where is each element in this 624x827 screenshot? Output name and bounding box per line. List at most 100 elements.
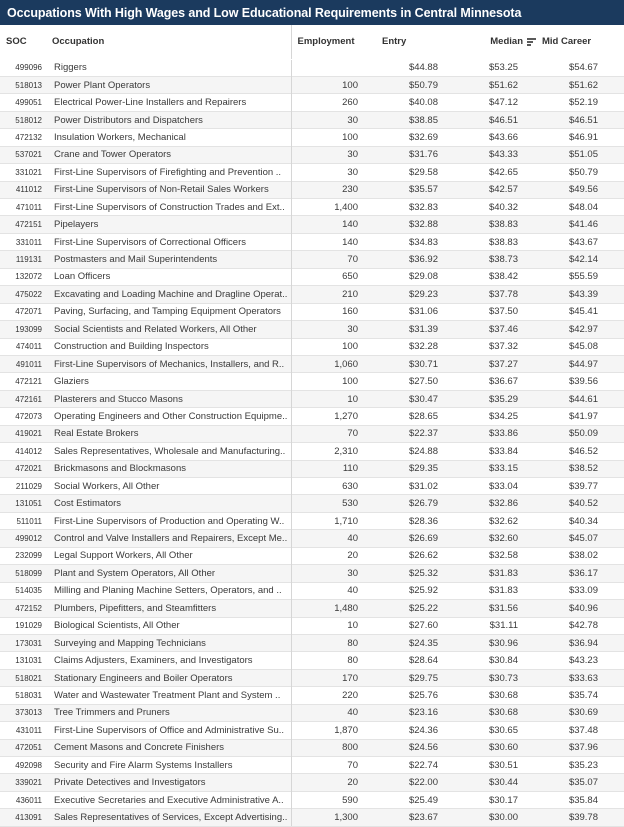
table-header: SOC Occupation Employment Entry Median M… bbox=[0, 25, 624, 60]
cell-soc: 492098 bbox=[0, 755, 46, 774]
cell-employment bbox=[290, 58, 376, 77]
sort-descending-icon[interactable] bbox=[527, 37, 536, 46]
cell-median: $37.78 bbox=[456, 285, 536, 304]
table-row[interactable]: 119131 Postmasters and Mail Superintenden… bbox=[0, 250, 624, 269]
table-row[interactable]: 499096 Riggers $44.88 $53.25 $54.67 bbox=[0, 58, 624, 77]
table-row[interactable]: 193099 Social Scientists and Related Work… bbox=[0, 320, 624, 338]
cell-spacer bbox=[616, 215, 624, 234]
cell-entry: $26.62 bbox=[376, 546, 456, 565]
table-row[interactable]: 491011 First-Line Supervisors of Mechanic… bbox=[0, 354, 624, 373]
cell-employment: 30 bbox=[290, 564, 376, 583]
cell-employment: 20 bbox=[290, 546, 376, 565]
cell-entry: $25.49 bbox=[376, 790, 456, 809]
cell-mid-career: $38.52 bbox=[536, 459, 616, 478]
table-row[interactable]: 475022 Excavating and Loading Machine and… bbox=[0, 285, 624, 304]
cell-mid-career: $51.62 bbox=[536, 75, 616, 94]
table-row[interactable]: 373013 Tree Trimmers and Pruners 40 $23.16 $… bbox=[0, 703, 624, 722]
cell-employment: 20 bbox=[290, 773, 376, 792]
table-row[interactable]: 472071 Paving, Surfacing, and Tamping Equ… bbox=[0, 302, 624, 321]
cell-spacer bbox=[616, 58, 624, 77]
table-row[interactable]: 537021 Crane and Tower Operators 30 $31.76 $… bbox=[0, 145, 624, 164]
cell-mid-career: $46.52 bbox=[536, 442, 616, 461]
column-header-soc[interactable]: SOC bbox=[0, 25, 46, 60]
table-row[interactable]: 472073 Operating Engineers and Other Cons… bbox=[0, 407, 624, 426]
column-header-occupation[interactable]: Occupation bbox=[46, 25, 291, 60]
table-row[interactable]: 514035 Milling and Planing Machine Setter… bbox=[0, 581, 624, 600]
cell-mid-career: $54.67 bbox=[536, 58, 616, 77]
column-header-mid-career[interactable]: Mid Career bbox=[536, 25, 616, 60]
cell-median: $31.83 bbox=[456, 564, 536, 583]
cell-entry: $32.28 bbox=[376, 337, 456, 356]
cell-employment: 100 bbox=[290, 75, 376, 94]
table-row[interactable]: 518099 Plant and System Operators, All Ot… bbox=[0, 564, 624, 583]
cell-mid-career: $35.84 bbox=[536, 790, 616, 809]
cell-employment: 140 bbox=[290, 232, 376, 251]
cell-occupation: Construction and Building Inspectors bbox=[46, 337, 291, 356]
column-header-entry[interactable]: Entry bbox=[376, 25, 456, 60]
cell-mid-career: $43.39 bbox=[536, 285, 616, 304]
cell-occupation: Legal Support Workers, All Other bbox=[46, 546, 291, 565]
column-header-median[interactable]: Median bbox=[456, 25, 536, 60]
table-row[interactable]: 472161 Plasterers and Stucco Masons 10 $30.… bbox=[0, 389, 624, 408]
table-row[interactable]: 511011 First-Line Supervisors of Producti… bbox=[0, 511, 624, 530]
cell-employment: 590 bbox=[290, 790, 376, 809]
cell-median: $30.68 bbox=[456, 686, 536, 705]
table-row[interactable]: 472132 Insulation Workers, Mechanical 100 $… bbox=[0, 128, 624, 147]
table-row[interactable]: 518012 Power Distributors and Dispatchers… bbox=[0, 110, 624, 129]
table-row[interactable]: 499051 Electrical Power-Line Installers a… bbox=[0, 93, 624, 112]
cell-employment: 80 bbox=[290, 651, 376, 670]
table-row[interactable]: 413091 Sales Representatives of Services,… bbox=[0, 808, 624, 827]
table-row[interactable]: 131031 Claims Adjusters, Examiners, and I… bbox=[0, 651, 624, 670]
table-row[interactable]: 132072 Loan Officers 650 $29.08 $38.42 $55.59 bbox=[0, 267, 624, 286]
cell-soc: 191029 bbox=[0, 616, 46, 635]
cell-occupation: Stationary Engineers and Boiler Operator… bbox=[46, 668, 291, 687]
cell-median: $30.68 bbox=[456, 703, 536, 722]
table-row[interactable]: 232099 Legal Support Workers, All Other 20… bbox=[0, 546, 624, 565]
cell-occupation: Plant and System Operators, All Other bbox=[46, 564, 291, 583]
cell-occupation: Executive Secretaries and Executive Admi… bbox=[46, 790, 291, 809]
cell-entry: $29.75 bbox=[376, 668, 456, 687]
table-row[interactable]: 211029 Social Workers, All Other 630 $31.02… bbox=[0, 476, 624, 495]
table-row[interactable]: 518013 Power Plant Operators 100 $50.79 $51.… bbox=[0, 75, 624, 94]
table-row[interactable]: 472051 Cement Masons and Concrete Finishe… bbox=[0, 738, 624, 757]
cell-spacer bbox=[616, 302, 624, 321]
table-row[interactable]: 331021 First-Line Supervisors of Firefigh… bbox=[0, 163, 624, 182]
cell-mid-career: $49.56 bbox=[536, 180, 616, 199]
cell-soc: 472121 bbox=[0, 372, 46, 391]
table-row[interactable]: 411012 First-Line Supervisors of Non-Reta… bbox=[0, 180, 624, 199]
table-row[interactable]: 191029 Biological Scientists, All Other 10… bbox=[0, 616, 624, 635]
table-row[interactable]: 472121 Glaziers 100 $27.50 $36.67 $39.56 bbox=[0, 372, 624, 391]
cell-median: $32.86 bbox=[456, 494, 536, 513]
cell-mid-career: $50.79 bbox=[536, 163, 616, 182]
cell-entry: $30.71 bbox=[376, 354, 456, 373]
table-row[interactable]: 414012 Sales Representatives, Wholesale a… bbox=[0, 442, 624, 461]
table-row[interactable]: 431011 First-Line Supervisors of Office a… bbox=[0, 721, 624, 740]
table-row[interactable]: 472151 Pipelayers 140 $32.88 $38.83 $41.46 bbox=[0, 215, 624, 234]
cell-spacer bbox=[616, 529, 624, 548]
cell-mid-career: $44.97 bbox=[536, 354, 616, 373]
cell-occupation: Power Distributors and Dispatchers bbox=[46, 110, 291, 129]
cell-employment: 110 bbox=[290, 459, 376, 478]
cell-entry: $22.74 bbox=[376, 755, 456, 774]
table-row[interactable]: 472152 Plumbers, Pipefitters, and Steamfi… bbox=[0, 599, 624, 617]
cell-mid-career: $36.17 bbox=[536, 564, 616, 583]
cell-spacer bbox=[616, 372, 624, 391]
column-header-employment[interactable]: Employment bbox=[290, 25, 376, 60]
table-row[interactable]: 492098 Security and Fire Alarm Systems In… bbox=[0, 755, 624, 774]
table-row[interactable]: 472021 Brickmasons and Blockmasons 110 $29.… bbox=[0, 459, 624, 478]
cell-mid-career: $51.05 bbox=[536, 145, 616, 164]
table-row[interactable]: 331011 First-Line Supervisors of Correcti… bbox=[0, 232, 624, 251]
table-row[interactable]: 518031 Water and Wastewater Treatment Pla… bbox=[0, 686, 624, 705]
table-row[interactable]: 474011 Construction and Building Inspecto… bbox=[0, 337, 624, 356]
dashboard-title-bar: Occupations With High Wages and Low Educ… bbox=[0, 0, 624, 25]
table-row[interactable]: 419021 Real Estate Brokers 70 $22.37 $33.86 $… bbox=[0, 424, 624, 443]
table-row[interactable]: 339021 Private Detectives and Investigato… bbox=[0, 773, 624, 792]
table-row[interactable]: 471011 First-Line Supervisors of Construc… bbox=[0, 197, 624, 216]
table-row[interactable]: 436011 Executive Secretaries and Executiv… bbox=[0, 790, 624, 809]
visualization-container: Occupations With High Wages and Low Educ… bbox=[0, 0, 624, 827]
table-row[interactable]: 173031 Surveying and Mapping Technicians 8… bbox=[0, 633, 624, 652]
table-row[interactable]: 518021 Stationary Engineers and Boiler Op… bbox=[0, 668, 624, 687]
table-row[interactable]: 131051 Cost Estimators 530 $26.79 $32.86 $40.… bbox=[0, 494, 624, 513]
cell-occupation: First-Line Supervisors of Office and Adm… bbox=[46, 721, 291, 740]
table-row[interactable]: 499012 Control and Valve Installers and R… bbox=[0, 529, 624, 548]
